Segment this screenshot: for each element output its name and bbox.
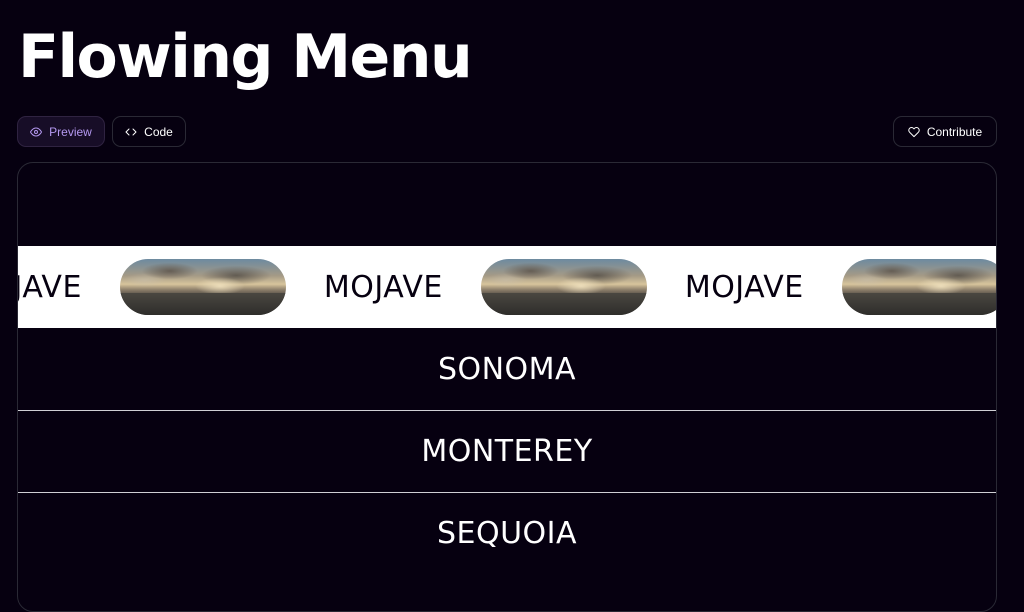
- menu-item-mojave[interactable]: MOJAVE MOJAVE MOJAVE: [18, 246, 996, 328]
- contribute-button[interactable]: Contribute: [893, 116, 997, 147]
- menu-item-sequoia[interactable]: SEQUOIA: [18, 492, 996, 574]
- marquee-text: MOJAVE: [18, 269, 82, 305]
- tab-preview[interactable]: Preview: [17, 116, 105, 147]
- page-title: Flowing Menu: [18, 22, 473, 92]
- menu-link-sonoma[interactable]: SONOMA: [438, 352, 576, 387]
- ocean-sunset-clouds-image: [841, 259, 996, 315]
- marquee-text: MOJAVE: [684, 269, 804, 305]
- marquee-track: MOJAVE MOJAVE MOJAVE: [18, 246, 996, 328]
- preview-panel: MOJAVE MOJAVE MOJAVE SONOMA MONTEREY SEQ…: [17, 162, 997, 612]
- menu-link-monterey[interactable]: MONTEREY: [421, 434, 592, 469]
- toolbar: Preview Code Contribute: [17, 116, 997, 149]
- heart-icon: [908, 126, 920, 138]
- menu-link-sequoia[interactable]: SEQUOIA: [437, 516, 577, 551]
- menu-item-monterey[interactable]: MONTEREY: [18, 410, 996, 492]
- ocean-sunset-clouds-image: [480, 259, 647, 315]
- ocean-sunset-clouds-image: [119, 259, 286, 315]
- tab-code-label: Code: [144, 124, 173, 139]
- marquee-text: MOJAVE: [323, 269, 443, 305]
- contribute-label: Contribute: [926, 124, 983, 139]
- menu-item-sonoma[interactable]: SONOMA: [18, 328, 996, 410]
- code-brackets-icon: [125, 126, 137, 138]
- eye-icon: [30, 126, 43, 138]
- tab-preview-label: Preview: [49, 124, 92, 139]
- flowing-menu: MOJAVE MOJAVE MOJAVE SONOMA MONTEREY SEQ…: [18, 246, 996, 574]
- tab-code[interactable]: Code: [112, 116, 186, 147]
